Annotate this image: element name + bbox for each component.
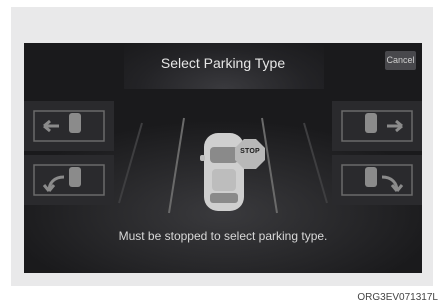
figure-code: ORG3EV071317L (357, 292, 438, 303)
stop-sign-label: STOP (240, 148, 260, 155)
parking-option-left-bottom[interactable] (24, 155, 114, 205)
reverse-left-icon (33, 164, 105, 196)
parking-option-right-top[interactable] (332, 101, 422, 151)
parallel-left-icon (33, 110, 105, 142)
parking-screen: Select Parking Type Cancel STOP Must be … (24, 43, 422, 273)
parallel-right-icon (341, 110, 413, 142)
reverse-right-icon (341, 164, 413, 196)
parking-option-left-top[interactable] (24, 101, 114, 151)
parking-option-right-bottom[interactable] (332, 155, 422, 205)
status-message: Must be stopped to select parking type. (118, 229, 328, 243)
